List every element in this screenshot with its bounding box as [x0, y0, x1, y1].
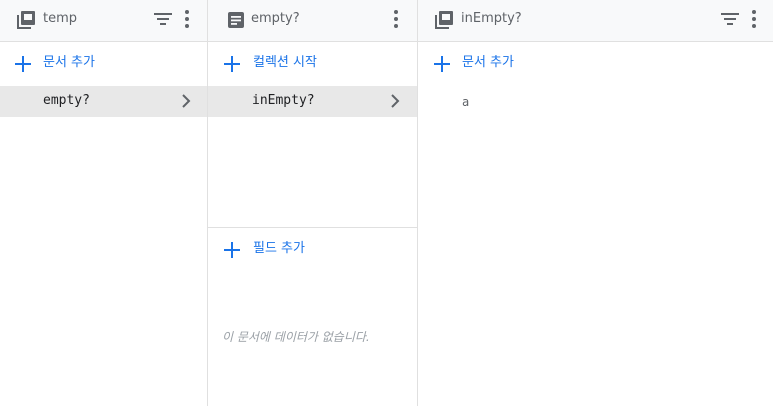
document-panel-empty: empty? 컬렉션 시작 inEmpty? 필드 추가 이 문서에 데이터가 … — [208, 0, 418, 406]
filter-icon[interactable] — [720, 11, 740, 27]
more-vert-icon[interactable] — [390, 9, 402, 29]
plus-icon — [434, 56, 450, 72]
start-collection-label: 컬렉션 시작 — [253, 55, 317, 70]
plus-icon — [224, 242, 240, 258]
add-document-label: 문서 추가 — [43, 55, 95, 70]
plus-icon — [15, 56, 31, 72]
panel-header: temp — [0, 0, 207, 42]
more-vert-icon[interactable] — [748, 9, 760, 29]
collection-panel-temp: temp 문서 추가 empty? — [0, 0, 208, 406]
more-vert-icon[interactable] — [181, 9, 193, 29]
collection-icon — [435, 11, 453, 29]
document-item[interactable]: empty? — [0, 86, 207, 117]
section-divider — [208, 227, 417, 228]
add-document-label: 문서 추가 — [462, 55, 514, 70]
panel-title: inEmpty? — [461, 11, 522, 26]
plus-icon — [224, 56, 240, 72]
collection-panel-inempty: inEmpty? 문서 추가 a — [418, 0, 773, 406]
document-item[interactable]: a — [462, 95, 469, 109]
add-document-button[interactable]: 문서 추가 — [418, 43, 773, 83]
document-icon — [228, 12, 244, 28]
panel-title: empty? — [251, 11, 300, 26]
filter-icon[interactable] — [153, 11, 173, 27]
panel-header: inEmpty? — [418, 0, 773, 42]
start-collection-button[interactable]: 컬렉션 시작 — [208, 43, 417, 83]
subcollection-id: inEmpty? — [252, 93, 315, 108]
document-id: empty? — [43, 93, 90, 108]
empty-document-message: 이 문서에 데이터가 없습니다. — [222, 330, 370, 344]
add-field-label: 필드 추가 — [253, 241, 305, 256]
subcollection-item[interactable]: inEmpty? — [208, 86, 417, 117]
chevron-right-icon — [391, 94, 400, 108]
add-field-button[interactable]: 필드 추가 — [208, 229, 417, 269]
add-document-button[interactable]: 문서 추가 — [0, 43, 207, 83]
chevron-right-icon — [182, 94, 191, 108]
panel-title: temp — [43, 11, 78, 26]
firestore-data-viewer: temp 문서 추가 empty? empty? 컬렉션 시작 inEmpty?… — [0, 0, 773, 406]
collection-icon — [17, 11, 35, 29]
panel-header: empty? — [208, 0, 417, 42]
